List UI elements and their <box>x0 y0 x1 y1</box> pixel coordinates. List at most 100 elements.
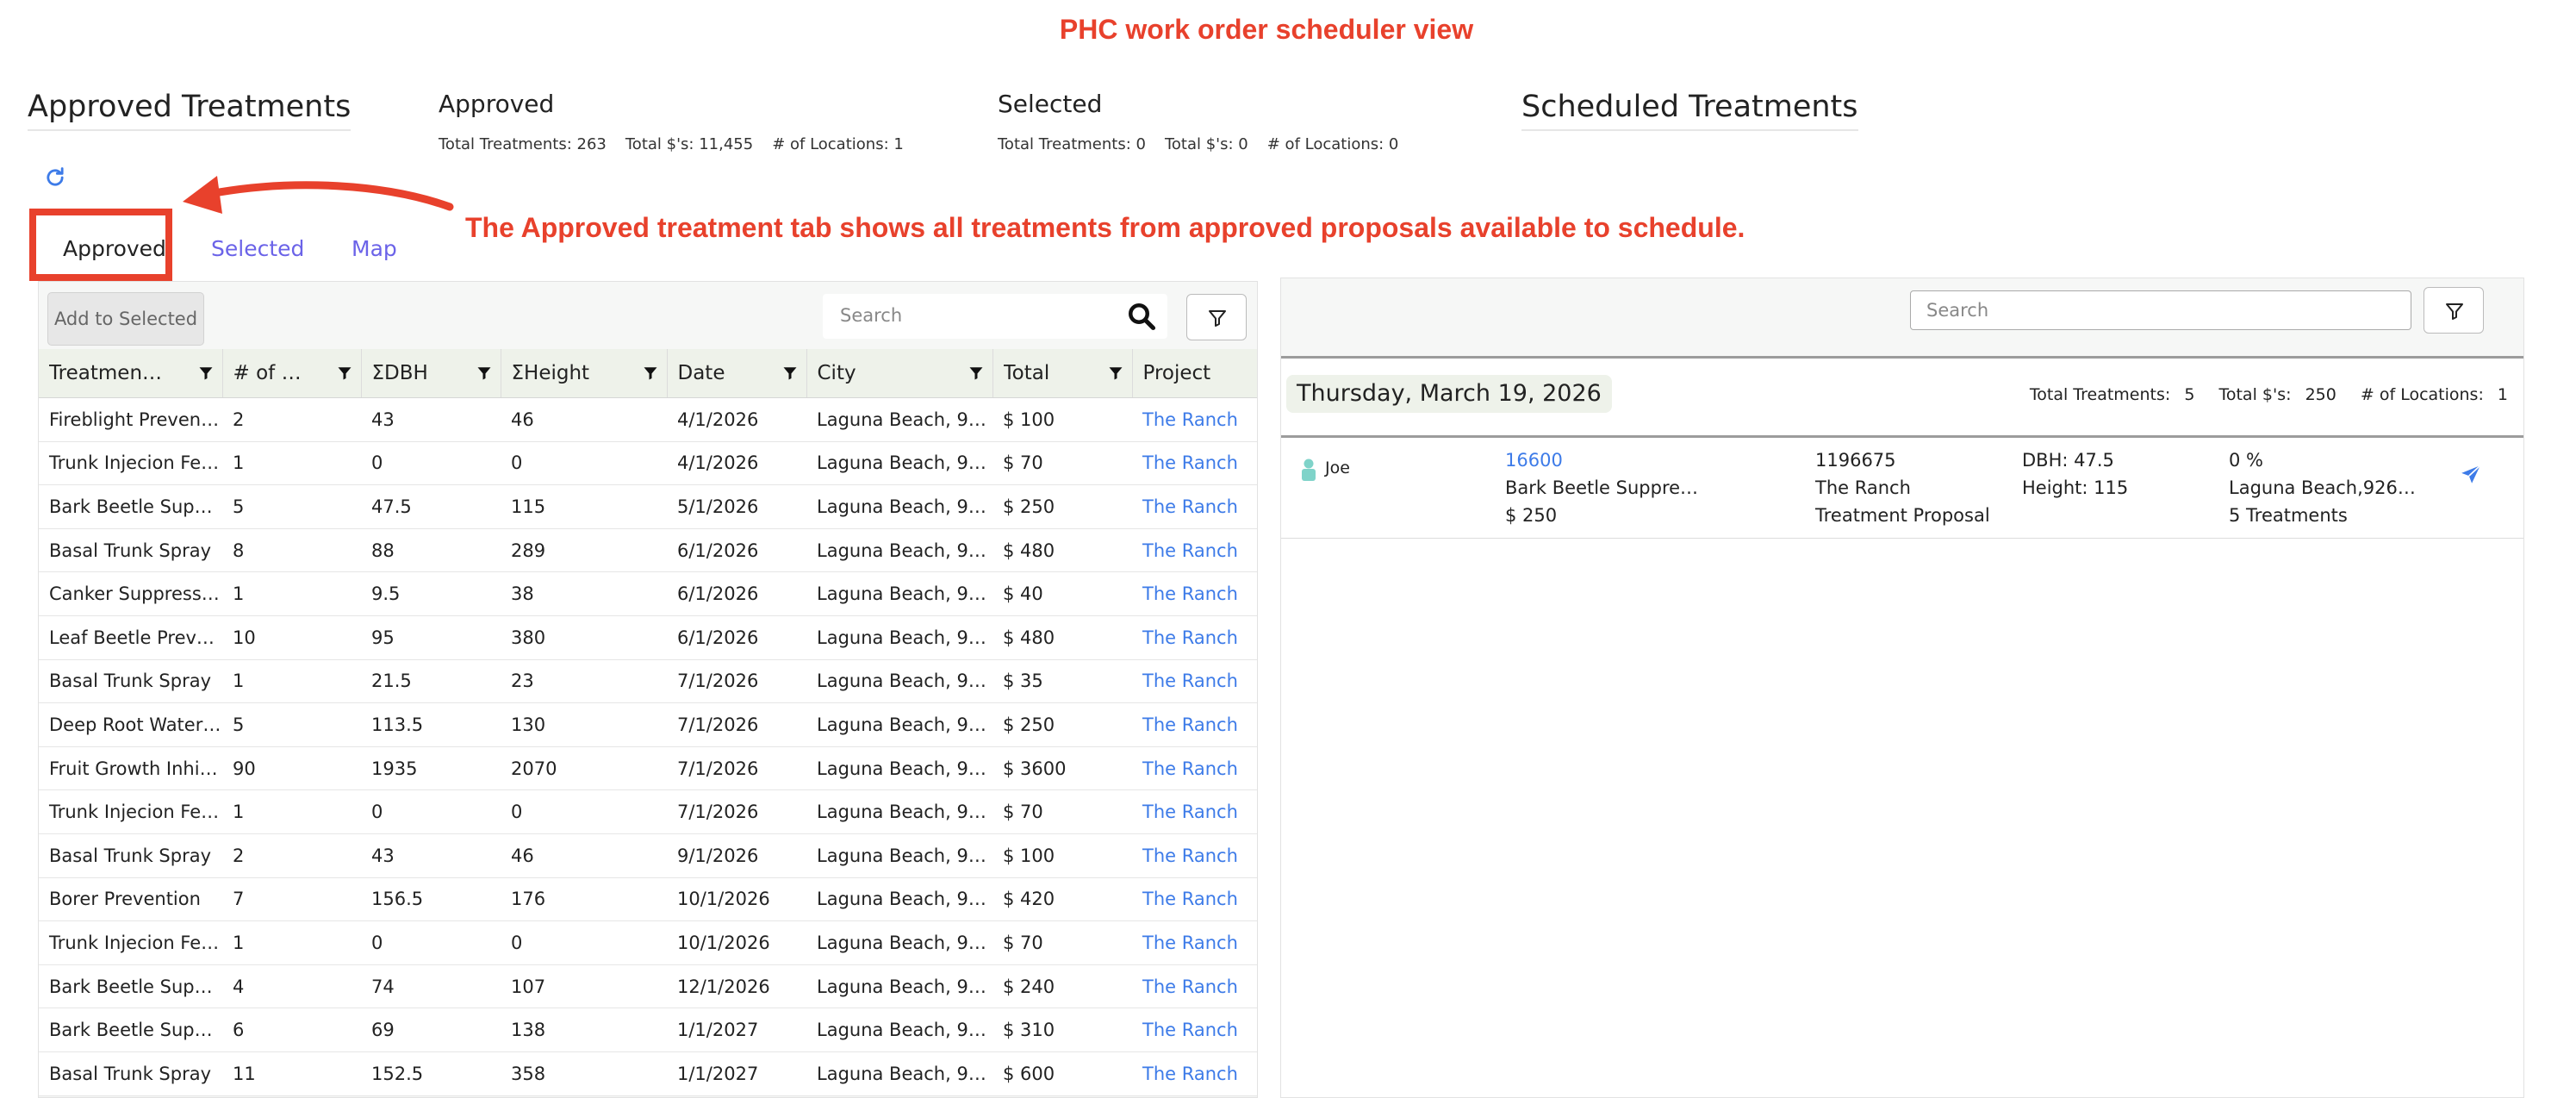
column-header-date[interactable]: Date <box>667 349 807 398</box>
cell-project[interactable]: The Ranch <box>1132 920 1257 965</box>
column-header-total[interactable]: Total <box>992 349 1133 398</box>
cell-project[interactable]: The Ranch <box>1132 397 1257 442</box>
cell-city: Laguna Beach, 9265 <box>806 1051 992 1096</box>
cell-dbh: 69 <box>361 1008 501 1052</box>
card-project: The Ranch <box>1815 477 1911 498</box>
table-row[interactable]: Trunk Injecion Fe… 1 0 0 10/1/2026 Laguna Bea… <box>39 920 1257 965</box>
cell-date: 6/1/2026 <box>667 571 806 616</box>
add-to-selected-button[interactable]: Add to Selected <box>47 292 204 346</box>
card-dbh: DBH: 47.5 <box>2022 450 2114 471</box>
cell-date: 7/1/2026 <box>667 659 806 704</box>
table-row[interactable]: Bark Beetle Supp… 6 69 138 1/1/2027 Laguna Be… <box>39 1008 1257 1052</box>
cell-dbh: 88 <box>361 528 501 573</box>
cell-project[interactable]: The Ranch <box>1132 746 1257 791</box>
table-row[interactable]: Leaf Beetle Prev… 10 95 380 6/1/2026 Laguna B… <box>39 615 1257 660</box>
column-header-count[interactable]: # of … <box>222 349 362 398</box>
cell-project[interactable]: The Ranch <box>1132 615 1257 660</box>
column-header-label: Date <box>677 362 725 384</box>
table-row[interactable]: Bark Beetle Supp… 4 74 107 12/1/2026 Laguna B… <box>39 964 1257 1009</box>
selected-locations: # of Locations: 0 <box>1266 135 1399 153</box>
cell-project[interactable]: The Ranch <box>1132 484 1257 529</box>
cell-city: Laguna Beach, 9265 <box>806 1008 992 1052</box>
card-percent: 0 % <box>2229 450 2263 471</box>
table-row[interactable]: Fireblight Preven… 2 43 46 4/1/2026 Laguna Be… <box>39 397 1257 442</box>
table-row[interactable]: Basal Trunk Spray 8 88 289 6/1/2026 Laguna Be… <box>39 528 1257 573</box>
column-header-label: ΣDBH <box>371 362 428 384</box>
work-order-link[interactable]: 16600 <box>1505 450 1563 471</box>
cell-count: 11 <box>222 1051 361 1096</box>
cell-height: 358 <box>501 1051 667 1096</box>
cell-date: 7/1/2026 <box>667 789 806 834</box>
cell-treatment: Deep Root Wateri… <box>39 702 222 747</box>
table-row[interactable]: Fruit Growth Inhi… 90 1935 2070 7/1/2026 Lagu… <box>39 746 1257 791</box>
table-row[interactable]: Deep Root Wateri… 5 113.5 130 7/1/2026 Laguna… <box>39 702 1257 747</box>
cell-project[interactable]: The Ranch <box>1132 789 1257 834</box>
cell-project[interactable]: The Ranch <box>1132 571 1257 616</box>
column-filter-icon[interactable] <box>643 365 658 381</box>
column-header-treatment[interactable]: Treatmen… <box>39 349 223 398</box>
cell-height: 176 <box>501 877 667 922</box>
cell-project[interactable]: The Ranch <box>1132 1051 1257 1096</box>
cell-project[interactable]: The Ranch <box>1132 441 1257 486</box>
cell-project[interactable]: The Ranch <box>1132 877 1257 922</box>
scheduled-filter-button[interactable] <box>2424 287 2484 334</box>
cell-height: 2070 <box>501 746 667 791</box>
column-header-dbh[interactable]: ΣDBH <box>361 349 501 398</box>
tab-approved[interactable]: Approved <box>63 236 166 261</box>
table-row[interactable]: Trunk Injecion Fe… 1 0 0 4/1/2026 Laguna Beac… <box>39 441 1257 486</box>
column-header-label: ΣHeight <box>511 362 590 384</box>
column-header-project[interactable]: Project <box>1132 349 1257 398</box>
day-treatments-label: Total Treatments: <box>2029 385 2171 404</box>
cell-total: $ 70 <box>992 441 1132 486</box>
approved-stats-title: Approved <box>439 90 555 118</box>
column-filter-icon[interactable] <box>337 365 352 381</box>
table-row[interactable]: Basal Trunk Spray 11 152.5 358 1/1/2027 Lagun… <box>39 1051 1257 1096</box>
cell-total: $ 250 <box>992 702 1132 747</box>
approved-treatments-heading: Approved Treatments <box>28 90 352 131</box>
cell-total: $ 40 <box>992 571 1132 616</box>
column-filter-icon[interactable] <box>782 365 798 381</box>
column-filter-icon[interactable] <box>476 365 492 381</box>
table-row[interactable]: Bark Beetle Supp… 5 47.5 115 5/1/2026 Laguna … <box>39 484 1257 529</box>
send-icon[interactable] <box>2460 464 2482 486</box>
cell-treatment: Trunk Injecion Fe… <box>39 441 222 486</box>
card-treatment-count: 5 Treatments <box>2229 505 2348 526</box>
column-filter-icon[interactable] <box>968 365 984 381</box>
cell-project[interactable]: The Ranch <box>1132 702 1257 747</box>
table-row[interactable]: Basal Trunk Spray 2 43 46 9/1/2026 Laguna Bea… <box>39 833 1257 878</box>
cell-dbh: 156.5 <box>361 877 501 922</box>
scheduled-treatment-card[interactable]: Joe 16600 Bark Beetle Suppre… $ 250 1196… <box>1281 438 2523 539</box>
refresh-icon[interactable] <box>43 165 67 197</box>
approved-filter-button[interactable] <box>1186 294 1247 340</box>
selected-stats-line: Total Treatments: 0 Total $'s: 0 # of Loca… <box>998 135 1417 153</box>
cell-project[interactable]: The Ranch <box>1132 1008 1257 1052</box>
approved-total-dollars: Total $'s: 11,455 <box>625 135 754 153</box>
cell-project[interactable]: The Ranch <box>1132 659 1257 704</box>
assigned-person: Joe <box>1325 459 1350 477</box>
cell-height: 0 <box>501 789 667 834</box>
day-locations-label: # of Locations: <box>2360 385 2484 404</box>
tab-map[interactable]: Map <box>352 236 397 261</box>
table-row[interactable]: Canker Suppress… 1 9.5 38 6/1/2026 Laguna Bea… <box>39 571 1257 616</box>
cell-project[interactable]: The Ranch <box>1132 833 1257 878</box>
cell-treatment: Basal Trunk Spray <box>39 659 222 704</box>
column-header-city[interactable]: City <box>806 349 993 398</box>
cell-project[interactable]: The Ranch <box>1132 964 1257 1009</box>
cell-project[interactable]: The Ranch <box>1132 528 1257 573</box>
schedule-date: Thursday, March 19, 2026 <box>1286 375 1612 413</box>
column-filter-icon[interactable] <box>198 365 214 381</box>
scheduled-search-input[interactable]: Search <box>1910 290 2411 330</box>
table-row[interactable]: Trunk Injecion Fe… 1 0 0 7/1/2026 Laguna Beac… <box>39 789 1257 834</box>
cell-date: 7/1/2026 <box>667 702 806 747</box>
tab-selected[interactable]: Selected <box>211 236 304 261</box>
cell-date: 10/1/2026 <box>667 920 806 965</box>
column-filter-icon[interactable] <box>1108 365 1123 381</box>
cell-total: $ 35 <box>992 659 1132 704</box>
approved-search-input[interactable]: Search <box>823 294 1167 339</box>
search-icon[interactable] <box>1126 301 1157 335</box>
cell-treatment: Leaf Beetle Prev… <box>39 615 222 660</box>
table-row[interactable]: Basal Trunk Spray 1 21.5 23 7/1/2026 Laguna B… <box>39 659 1257 704</box>
column-header-height[interactable]: ΣHeight <box>501 349 668 398</box>
table-row[interactable]: Borer Prevention 7 156.5 176 10/1/2026 Laguna… <box>39 877 1257 922</box>
column-header-label: Treatmen… <box>49 362 163 384</box>
